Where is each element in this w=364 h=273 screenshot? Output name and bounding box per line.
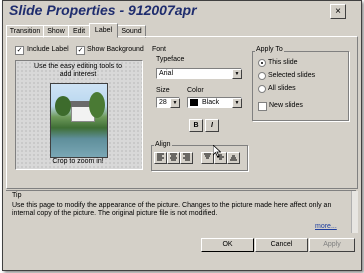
all-slides-label: All slides (268, 85, 296, 92)
chevron-down-icon[interactable]: ▼ (232, 98, 242, 108)
tab-label[interactable]: Label (89, 23, 118, 38)
preview-photo (50, 83, 108, 158)
typeface-label: Typeface (156, 56, 185, 63)
tree-shape (55, 96, 71, 116)
close-button[interactable]: × (330, 4, 346, 19)
tree-shape (89, 92, 105, 118)
tip-heading: Tip (12, 192, 22, 199)
align-left-icon[interactable] (154, 152, 167, 164)
show-background-text: Show Background (87, 46, 144, 53)
more-link[interactable]: more... (315, 223, 337, 230)
color-label: Color (187, 87, 204, 94)
tip-text: Use this page to modify the appearance o… (12, 202, 332, 217)
bold-button[interactable]: B (189, 119, 203, 132)
include-label-text: Include Label (27, 46, 69, 53)
apply-to-group-label: Apply To (255, 46, 284, 53)
title-bar[interactable]: Slide Properties - 912007apr × (3, 1, 361, 23)
slide-properties-dialog: Slide Properties - 912007apr × Transitio… (2, 0, 362, 271)
cancel-button[interactable]: Cancel (255, 238, 308, 252)
preview-hint: Use the easy editing tools to add intere… (34, 63, 122, 78)
color-swatch (190, 99, 198, 106)
chevron-down-icon[interactable]: ▼ (170, 98, 180, 108)
tip-scrollbar[interactable] (351, 191, 358, 233)
show-background-checkbox[interactable]: ✓ (76, 46, 85, 55)
align-group-label: Align (154, 141, 172, 148)
align-center-icon[interactable] (167, 152, 180, 164)
selected-slides-label: Selected slides (268, 72, 316, 79)
new-slides-checkbox[interactable] (258, 102, 267, 111)
mouse-pointer-icon (213, 145, 221, 157)
this-slide-radio[interactable] (258, 59, 266, 67)
italic-button[interactable]: I (205, 119, 219, 132)
chevron-down-icon[interactable]: ▼ (232, 69, 242, 79)
align-bottom-icon[interactable] (227, 152, 240, 164)
color-value: Black (202, 99, 220, 106)
selected-slides-radio[interactable] (258, 72, 266, 80)
dialog-title: Slide Properties - 912007apr (9, 2, 197, 18)
all-slides-radio[interactable] (258, 85, 266, 93)
this-slide-label: This slide (268, 59, 298, 66)
include-label-checkbox[interactable]: ✓ (15, 46, 24, 55)
new-slides-label: New slides (269, 102, 303, 109)
preview-caption: Crop to zoom in! (52, 158, 104, 165)
align-right-icon[interactable] (180, 152, 193, 164)
font-group-label: Font (152, 46, 167, 53)
size-label: Size (156, 87, 170, 94)
typeface-select[interactable]: Arial (156, 68, 242, 79)
ok-button[interactable]: OK (201, 238, 254, 252)
apply-button[interactable]: Apply (309, 238, 355, 252)
